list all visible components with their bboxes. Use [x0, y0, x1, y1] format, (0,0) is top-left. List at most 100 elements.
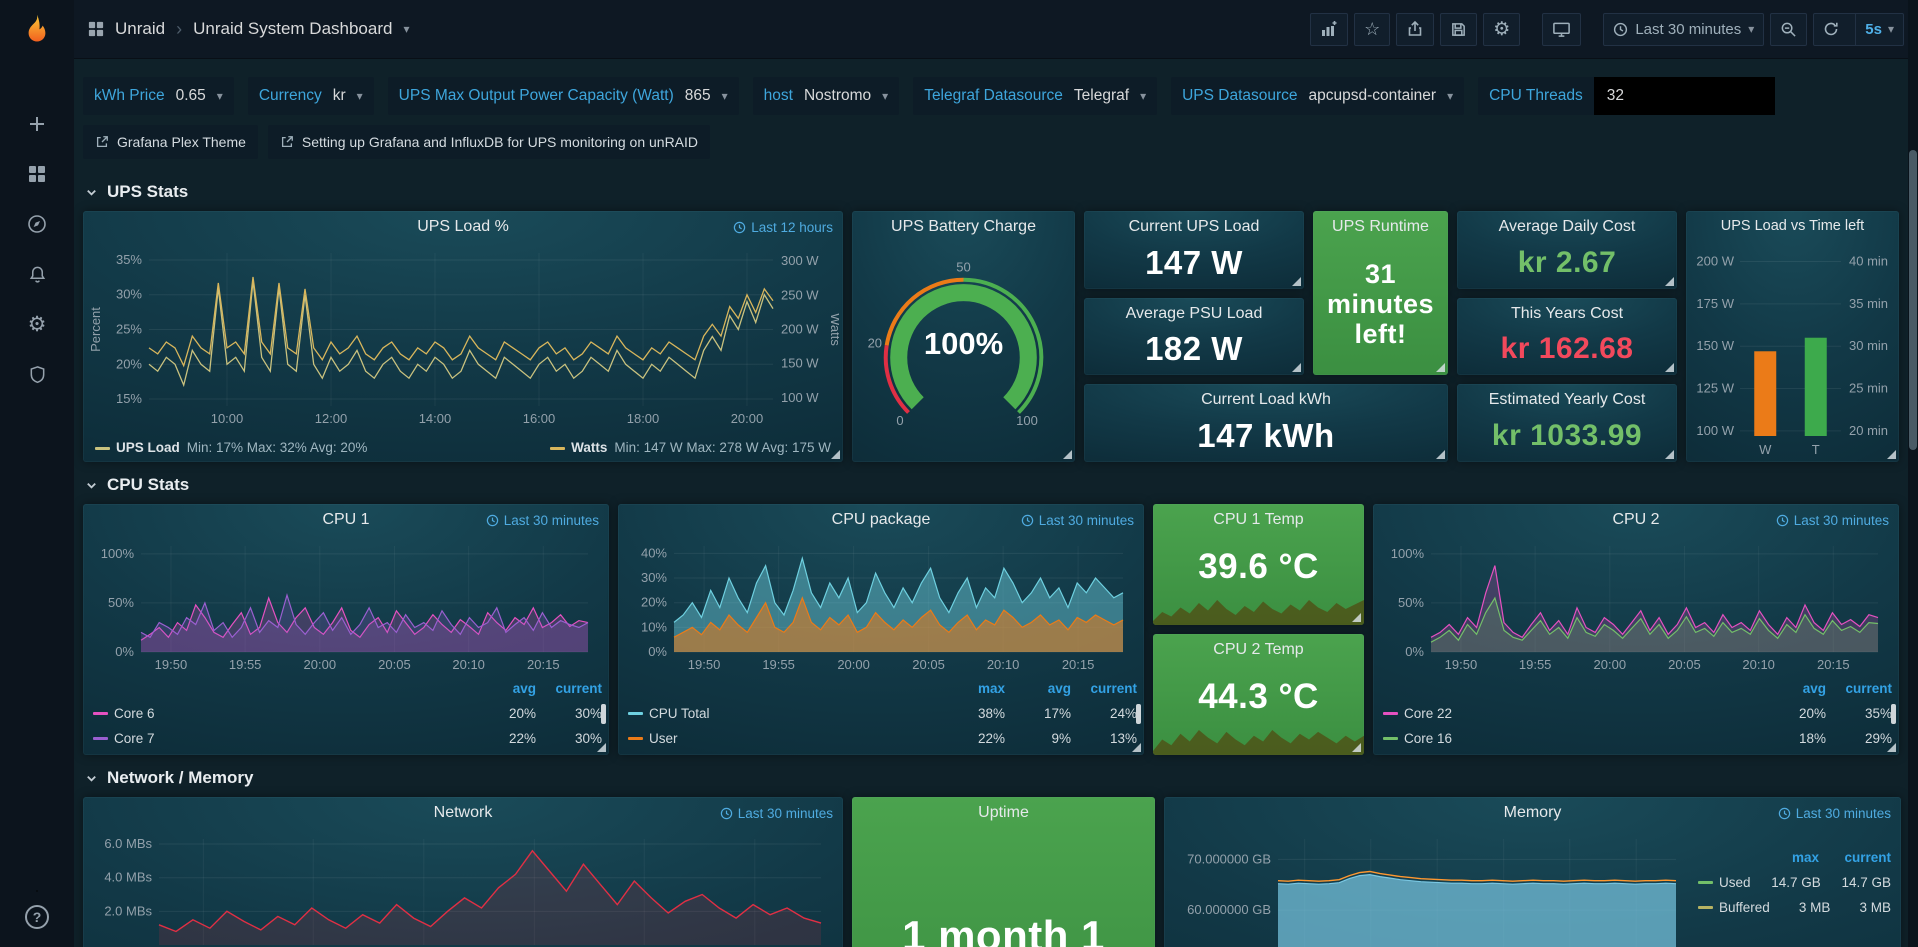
cpu1-chart[interactable]: 19:5019:5520:0020:0520:1020:150%50%100%	[87, 536, 602, 674]
legend-row[interactable]: Core 722%30%	[93, 726, 602, 751]
refresh-button[interactable]	[1814, 14, 1848, 45]
alerting-icon[interactable]	[14, 251, 60, 297]
time-picker-button[interactable]: Last 30 minutes ▾	[1603, 13, 1764, 46]
link-label: Grafana Plex Theme	[117, 134, 246, 150]
panel-title[interactable]: Uptime	[852, 797, 1155, 822]
panel-title[interactable]: CPU 2 Temp	[1153, 634, 1364, 659]
dashboard-settings-button[interactable]: ⚙	[1483, 13, 1520, 46]
svg-text:200 W: 200 W	[1696, 253, 1734, 268]
clock-icon	[1021, 514, 1034, 527]
grafana-logo[interactable]	[19, 0, 55, 59]
dashboard-grid-icon[interactable]	[88, 21, 104, 37]
legend-sort-max[interactable]: max	[1747, 850, 1819, 865]
panel-timerange[interactable]: Last 30 minutes	[486, 513, 599, 528]
legend-sort-current[interactable]: current	[1071, 681, 1137, 696]
dashboards-icon[interactable]	[14, 151, 60, 197]
svg-text:100 W: 100 W	[781, 390, 819, 405]
panel-title[interactable]: Average Daily Cost	[1457, 211, 1677, 236]
legend-row[interactable]: Core 2220%35%	[1383, 701, 1892, 726]
server-admin-icon[interactable]	[14, 351, 60, 397]
breadcrumb-section[interactable]: Unraid	[115, 19, 165, 39]
refresh-interval-button[interactable]: 5s▾	[1855, 14, 1903, 45]
breadcrumb: Unraid › Unraid System Dashboard ▾	[88, 19, 410, 40]
section-network-memory[interactable]: Network / Memory	[83, 759, 1909, 797]
ups-panels-row: UPS Load % Last 12 hours 10:0012:0014:00…	[83, 211, 1909, 462]
legend-sort-avg[interactable]: avg	[1005, 681, 1071, 696]
series-color-swatch	[95, 447, 110, 450]
tv-mode-button[interactable]	[1542, 13, 1581, 46]
scrollbar-thumb[interactable]	[1909, 150, 1917, 450]
panel-title[interactable]: CPU 1 Temp	[1153, 504, 1364, 529]
chevron-down-icon[interactable]: ▾	[403, 22, 409, 36]
clock-icon	[1776, 514, 1789, 527]
create-icon[interactable]	[14, 101, 60, 147]
clock-icon	[1778, 807, 1791, 820]
panel-title[interactable]: UPS Load %	[83, 211, 843, 236]
legend-row[interactable]: Core 1618%29%	[1383, 726, 1892, 751]
panel-timerange[interactable]: Last 30 minutes	[1778, 806, 1891, 821]
cpu-package-chart[interactable]: 19:5019:5520:0020:0520:1020:150%10%20%30…	[622, 536, 1137, 674]
svg-text:20%: 20%	[641, 595, 667, 610]
section-ups-stats[interactable]: UPS Stats	[83, 173, 1909, 211]
zoom-out-button[interactable]	[1770, 13, 1807, 46]
svg-text:70.000000 GB: 70.000000 GB	[1187, 851, 1271, 866]
add-panel-button[interactable]	[1310, 13, 1348, 46]
panel-title[interactable]: Current UPS Load	[1084, 211, 1304, 236]
time-range-label: Last 30 minutes	[1635, 21, 1741, 38]
variable-ups-datasource[interactable]: UPS Datasource apcupsd-container ▾	[1171, 77, 1464, 115]
panel-title[interactable]: Estimated Yearly Cost	[1457, 384, 1677, 409]
stat-value: 31 minutes left!	[1313, 233, 1448, 375]
star-button[interactable]: ☆	[1354, 13, 1390, 46]
page-scrollbar[interactable]	[1908, 0, 1918, 947]
legend-item[interactable]: UPS LoadMin: 17% Max: 32% Avg: 20%	[95, 440, 367, 455]
panel-timerange[interactable]: Last 12 hours	[733, 220, 833, 235]
panel-title[interactable]: Current Load kWh	[1084, 384, 1448, 409]
stat-value: 182 W	[1084, 324, 1304, 376]
variable-currency[interactable]: Currency kr ▾	[248, 77, 374, 115]
variable-kwh-price[interactable]: kWh Price 0.65 ▾	[83, 77, 234, 115]
cpu-threads-input[interactable]: 32	[1594, 77, 1775, 115]
legend-sort-current[interactable]: current	[536, 681, 602, 696]
legend-row[interactable]: Used14.7 GB14.7 GB	[1698, 870, 1891, 895]
legend-sort-current[interactable]: current	[1826, 681, 1892, 696]
memory-chart[interactable]: 19:5019:5520:0020:0520:1020:1550.000000 …	[1168, 829, 1690, 947]
share-button[interactable]	[1396, 13, 1434, 46]
variable-cpu-threads: CPU Threads 32	[1478, 77, 1775, 115]
chevron-down-icon: ▾	[1140, 89, 1146, 103]
panel-timerange[interactable]: Last 30 minutes	[1021, 513, 1134, 528]
network-chart[interactable]: 19:5019:5520:0020:0520:1020:152.0 MBs4.0…	[87, 829, 835, 947]
ups-load-chart[interactable]: 10:0012:0014:0016:0018:0020:0015%20%25%3…	[87, 243, 839, 428]
panel-title[interactable]: This Years Cost	[1457, 298, 1677, 323]
legend-sort-max[interactable]: max	[939, 681, 1005, 696]
legend-row[interactable]: CPU Total38%17%24%	[628, 701, 1137, 726]
chevron-down-icon: ▾	[882, 89, 888, 103]
link-grafana-plex-theme[interactable]: Grafana Plex Theme	[83, 125, 258, 159]
legend-item[interactable]: WattsMin: 147 W Max: 278 W Avg: 175 W	[550, 440, 831, 455]
panel-title[interactable]: UPS Load vs Time left	[1686, 211, 1899, 234]
variable-telegraf-datasource[interactable]: Telegraf Datasource Telegraf ▾	[913, 77, 1157, 115]
explore-icon[interactable]	[14, 201, 60, 247]
panel-title[interactable]: Average PSU Load	[1084, 298, 1304, 323]
legend-sort-current[interactable]: current	[1819, 850, 1891, 865]
legend-row[interactable]: Core 620%30%	[93, 701, 602, 726]
configuration-icon[interactable]: ⚙	[14, 301, 60, 347]
legend-sort-avg[interactable]: avg	[470, 681, 536, 696]
panel-memory: Memory Last 30 minutes 19:5019:5520:0020…	[1164, 797, 1901, 947]
save-button[interactable]	[1440, 13, 1477, 46]
legend-sort-avg[interactable]: avg	[1760, 681, 1826, 696]
panel-timerange[interactable]: Last 30 minutes	[1776, 513, 1889, 528]
section-cpu-stats[interactable]: CPU Stats	[83, 466, 1909, 504]
ups-bar-chart[interactable]: 100 W125 W150 W175 W200 W20 min25 min30 …	[1688, 241, 1897, 460]
breadcrumb-page[interactable]: Unraid System Dashboard	[193, 19, 392, 39]
link-ups-monitoring-guide[interactable]: Setting up Grafana and InfluxDB for UPS …	[268, 125, 710, 159]
cpu2-chart[interactable]: 19:5019:5520:0020:0520:1020:150%50%100%	[1377, 536, 1892, 674]
legend-row[interactable]: User22%9%13%	[628, 726, 1137, 751]
legend-row[interactable]: Buffered3 MB3 MB	[1698, 895, 1891, 920]
help-icon[interactable]: ?	[25, 905, 49, 929]
panel-timerange[interactable]: Last 30 minutes	[720, 806, 833, 821]
chevron-down-icon: ▾	[722, 89, 728, 103]
ups-load-legend: UPS LoadMin: 17% Max: 32% Avg: 20% Watts…	[95, 440, 831, 455]
variable-ups-max-output[interactable]: UPS Max Output Power Capacity (Watt) 865…	[388, 77, 739, 115]
panel-title[interactable]: UPS Battery Charge	[852, 211, 1075, 236]
variable-host[interactable]: host Nostromo ▾	[753, 77, 900, 115]
